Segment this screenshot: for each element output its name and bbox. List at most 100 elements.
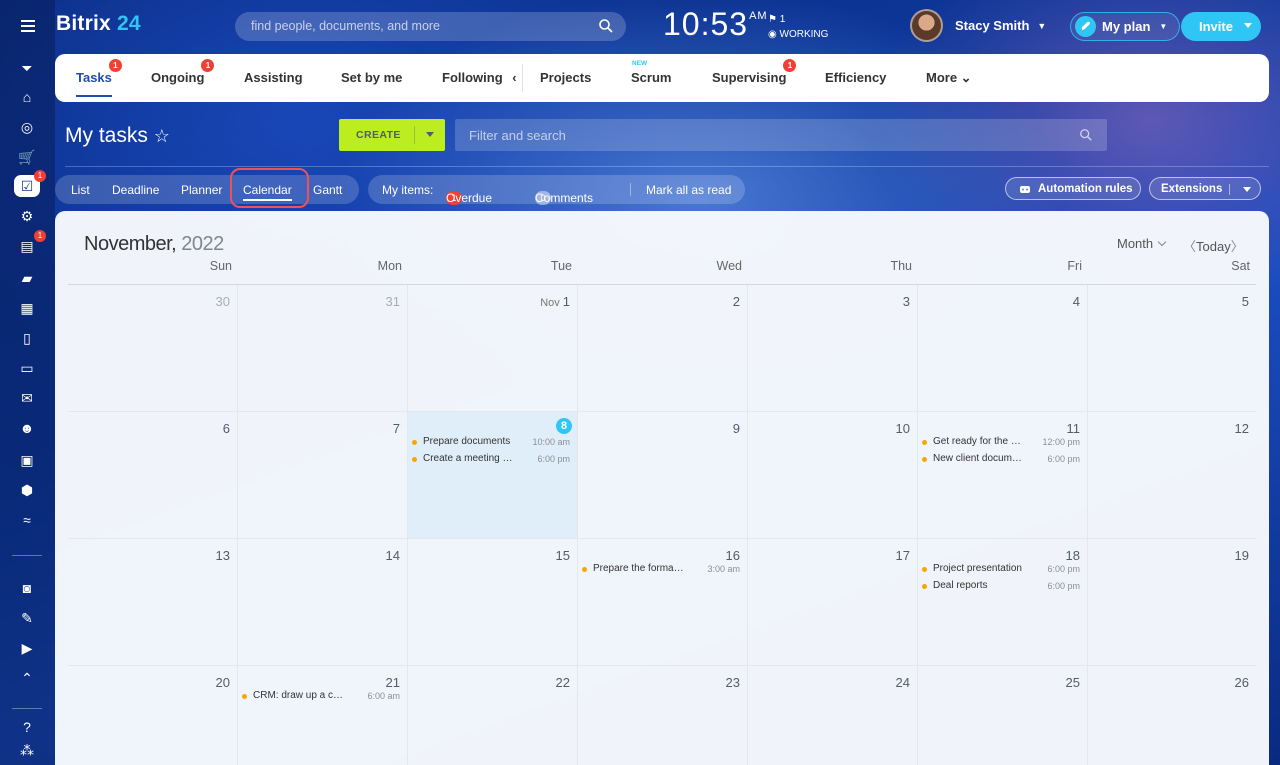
task-event[interactable]: Prepare the formal in… 3:00 am: [582, 563, 740, 577]
rail-target[interactable]: ◎: [14, 116, 40, 138]
mark-all-read[interactable]: Mark all as read: [646, 183, 731, 197]
rail-people[interactable]: ☻: [14, 417, 40, 439]
automation-rules-button[interactable]: Automation rules: [1005, 177, 1141, 200]
day-cell[interactable]: 23: [578, 666, 748, 765]
day-cell[interactable]: 10: [748, 412, 918, 539]
day-cell[interactable]: 16 Prepare the formal in… 3:00 am: [578, 539, 748, 666]
rail-home[interactable]: ⌂: [14, 86, 40, 108]
day-cell[interactable]: 2: [578, 285, 748, 412]
rail-cart[interactable]: 🛒: [14, 146, 40, 168]
task-event[interactable]: Get ready for the m… 12:00 pm: [922, 436, 1080, 450]
day-cell[interactable]: 21 CRM: draw up a cont… 6:00 am: [238, 666, 408, 765]
day-cell[interactable]: 9: [578, 412, 748, 539]
task-event[interactable]: Prepare documents 10:00 am: [412, 436, 570, 450]
day-cell[interactable]: 13: [68, 539, 238, 666]
tab-ongoing[interactable]: Ongoing 1: [151, 59, 215, 85]
task-event[interactable]: Project presentation 6:00 pm: [922, 563, 1080, 577]
create-button[interactable]: CREATE: [339, 119, 445, 151]
day-cell[interactable]: 31: [238, 285, 408, 412]
menu-icon[interactable]: [18, 16, 38, 36]
clock[interactable]: 10:53AM: [663, 6, 768, 43]
search-input[interactable]: find people, documents, and more: [235, 12, 626, 41]
day-cell[interactable]: 7: [238, 412, 408, 539]
view-deadline[interactable]: Deadline: [112, 183, 159, 197]
invite-button[interactable]: Invite: [1181, 12, 1261, 41]
task-event[interactable]: Deal reports 6:00 pm: [922, 580, 1080, 594]
day-cell[interactable]: 4: [918, 285, 1088, 412]
my-plan-button[interactable]: My plan ▼: [1070, 12, 1181, 41]
day-cell[interactable]: 11 Get ready for the m… 12:00 pm New client…: [918, 412, 1088, 539]
prev-icon[interactable]: 〈: [1183, 239, 1196, 254]
search-icon[interactable]: [598, 18, 614, 34]
day-cell[interactable]: 8 Prepare documents 10:00 am Create a meeti…: [408, 412, 578, 539]
tab-following[interactable]: Following ‹: [442, 70, 517, 85]
task-event[interactable]: Create a meeting ag… 6:00 pm: [412, 453, 570, 467]
day-cell[interactable]: 26: [1088, 666, 1256, 765]
rail-collapse[interactable]: ⌃: [14, 667, 40, 689]
month-view-select[interactable]: Month: [1117, 236, 1167, 251]
today-button[interactable]: Today: [1196, 239, 1231, 254]
day-cell[interactable]: 3: [748, 285, 918, 412]
day-cell[interactable]: 22: [408, 666, 578, 765]
tab-efficiency[interactable]: Efficiency: [825, 70, 886, 85]
day-cell[interactable]: Nov 1: [408, 285, 578, 412]
page-title: My tasks ☆: [65, 124, 170, 147]
rail-filter[interactable]: ⏷: [14, 57, 40, 79]
avatar[interactable]: [910, 9, 943, 42]
user-menu[interactable]: Stacy Smith ▼: [910, 9, 1046, 42]
tab-assisting[interactable]: Assisting: [244, 70, 303, 85]
extensions-button[interactable]: Extensions: [1149, 177, 1261, 200]
rail-contact-card[interactable]: ▣: [14, 449, 40, 471]
task-event[interactable]: New client documen… 6:00 pm: [922, 453, 1080, 467]
tab-supervising[interactable]: Supervising 1: [712, 59, 797, 85]
search-icon[interactable]: [1079, 128, 1093, 142]
day-cell[interactable]: 6: [68, 412, 238, 539]
day-cell[interactable]: 17: [748, 539, 918, 666]
rail-box[interactable]: ⬢: [14, 479, 40, 501]
day-cell[interactable]: 5: [1088, 285, 1256, 412]
logo[interactable]: Bitrix 24: [56, 12, 141, 36]
view-list[interactable]: List: [71, 183, 90, 197]
tab-tasks[interactable]: Tasks 1: [76, 59, 122, 97]
rail-feed[interactable]: ▤ 1: [14, 230, 46, 257]
day-cell[interactable]: 20: [68, 666, 238, 765]
rail-robot[interactable]: ◙: [14, 577, 40, 599]
chevron-down-icon[interactable]: [426, 132, 434, 137]
user-name[interactable]: Stacy Smith: [955, 18, 1029, 33]
tab-set-by-me[interactable]: Set by me: [341, 70, 402, 85]
rail-chat[interactable]: ▰: [14, 267, 40, 289]
day-cell[interactable]: 25: [918, 666, 1088, 765]
chevron-down-icon[interactable]: [1243, 187, 1251, 192]
chevron-down-icon[interactable]: [1244, 23, 1252, 28]
day-cell[interactable]: 24: [748, 666, 918, 765]
day-cell[interactable]: 12: [1088, 412, 1256, 539]
rail-flow[interactable]: ⚙: [14, 205, 40, 227]
rail-document[interactable]: ▯: [14, 327, 40, 349]
rail-drive[interactable]: ▭: [14, 357, 40, 379]
rail-tasks[interactable]: ☑ 1: [14, 170, 46, 197]
star-icon[interactable]: ☆: [154, 126, 170, 146]
task-event[interactable]: CRM: draw up a cont… 6:00 am: [242, 690, 400, 704]
today-nav[interactable]: 〈Today〉: [1183, 236, 1244, 255]
chevron-left-icon[interactable]: ‹: [509, 70, 516, 85]
day-cell[interactable]: 18 Project presentation 6:00 pm Deal report…: [918, 539, 1088, 666]
rail-settings-sliders[interactable]: ≈: [14, 509, 40, 531]
view-gantt[interactable]: Gantt: [313, 183, 342, 197]
rail-mail[interactable]: ✉: [14, 387, 40, 409]
view-planner[interactable]: Planner: [181, 183, 222, 197]
rail-video[interactable]: ▶: [14, 637, 40, 659]
day-cell[interactable]: 14: [238, 539, 408, 666]
tab-more[interactable]: More ⌄: [926, 70, 972, 86]
rail-help[interactable]: ?: [14, 716, 40, 738]
day-cell[interactable]: 15: [408, 539, 578, 666]
next-icon[interactable]: 〉: [1231, 239, 1244, 254]
day-cell[interactable]: 30: [68, 285, 238, 412]
rail-sign[interactable]: ✎: [14, 607, 40, 629]
rail-calendar[interactable]: ▦: [14, 297, 40, 319]
rail-sitemap[interactable]: ⁂: [14, 739, 40, 761]
tab-scrum[interactable]: Scrum NEW: [631, 60, 671, 85]
filter-input[interactable]: Filter and search: [455, 119, 1107, 151]
tab-projects[interactable]: Projects: [540, 70, 591, 85]
work-status[interactable]: ⚑ 1 ◉ WORKING: [768, 12, 828, 42]
day-cell[interactable]: 19: [1088, 539, 1256, 666]
